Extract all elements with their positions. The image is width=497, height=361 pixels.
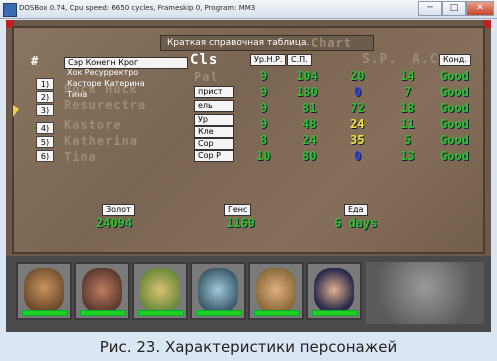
ac-2: 7 [404, 85, 412, 99]
class-ru-5: Кле [194, 126, 234, 138]
portrait-2[interactable] [74, 262, 130, 320]
level-2: 9 [260, 85, 268, 99]
name-en-3: Resurectra [64, 98, 147, 112]
sp-header: S.P. [362, 52, 398, 67]
name-ru-2[interactable]: Хок Ресурректро [64, 68, 141, 78]
class-ru-3: ель [194, 100, 234, 112]
maximize-button[interactable]: □ [442, 1, 466, 16]
gems-value: 1169 [226, 216, 255, 230]
hp-gem [80, 310, 126, 316]
close-button[interactable]: ✕ [466, 1, 494, 16]
name-en-6: Tina [64, 150, 97, 164]
hp-4: 48 [302, 117, 317, 131]
hp-gem [138, 310, 184, 316]
ac-1: 14 [400, 69, 415, 83]
class-header-en: Cls [190, 52, 219, 68]
gargoyle-ornament [366, 262, 484, 324]
party-num-5[interactable]: 5) [36, 136, 54, 148]
gold-value: 24094 [96, 216, 133, 230]
portrait-1[interactable] [16, 262, 72, 320]
party-num-3[interactable]: 3) [36, 104, 54, 116]
gold-label: Золот [102, 204, 135, 216]
window-titlebar: DOSBox 0.74, Cpu speed: 6650 cycles, Fra… [0, 0, 497, 19]
portrait-4[interactable] [190, 262, 246, 320]
portrait-3[interactable] [132, 262, 188, 320]
cond-5: Good [440, 133, 469, 147]
game-screen[interactable]: Краткая справочная таблица. Chart # Cls … [6, 20, 491, 332]
level-1: 9 [260, 69, 268, 83]
party-portraits-bar [6, 256, 491, 332]
sp-5: 35 [350, 133, 365, 147]
hp-2: 180 [296, 85, 318, 99]
cond-4: Good [440, 117, 469, 131]
sp-4: 24 [350, 117, 365, 131]
level-6: 10 [256, 149, 271, 163]
chart-title-ru: Краткая справочная таблица. [167, 38, 310, 48]
sp-6: 0 [354, 149, 362, 163]
gems-label: Генс [224, 204, 252, 216]
name-en-5: Katherina [64, 134, 139, 148]
party-num-4[interactable]: 4) [36, 122, 54, 134]
hp-gem [254, 310, 300, 316]
sp-3: 72 [350, 101, 365, 115]
party-num-6[interactable]: 6) [36, 150, 54, 162]
party-num-1[interactable]: 1) [36, 78, 54, 90]
class-ru-extra: Сор Р [194, 150, 234, 162]
level-header: Ур.Н.Р. [250, 54, 287, 66]
chart-title-en: Chart [311, 36, 353, 50]
chart-title-box: Краткая справочная таблица. Chart [160, 35, 374, 51]
chart-panel: Краткая справочная таблица. Chart # Cls … [12, 26, 485, 254]
minimize-button[interactable]: ─ [418, 1, 442, 16]
name-ru-4[interactable]: Тина [64, 90, 90, 100]
ac-5: 5 [404, 133, 412, 147]
ac-4: 11 [400, 117, 415, 131]
ac-3: 18 [400, 101, 415, 115]
name-ru-3[interactable]: Касторе Катерина [64, 79, 148, 89]
party-num-2[interactable]: 2) [36, 91, 54, 103]
hp-header: С.П. [287, 54, 312, 66]
cond-3: Good [440, 101, 469, 115]
level-5: 8 [260, 133, 268, 147]
level-3: 9 [260, 101, 268, 115]
food-label: Еда [344, 204, 368, 216]
hp-5: 24 [302, 133, 317, 147]
hp-gem [196, 310, 242, 316]
condition-header: Конд. [439, 54, 471, 66]
window-title: DOSBox 0.74, Cpu speed: 6650 cycles, Fra… [19, 4, 256, 12]
mouse-cursor-icon [13, 105, 19, 117]
hp-1: 104 [296, 69, 318, 83]
level-4: 9 [260, 117, 268, 131]
name-en-4: Kastore [64, 118, 122, 132]
hp-gem [312, 310, 358, 316]
ac-6: 13 [400, 149, 415, 163]
class-ru-6: Сор [194, 138, 234, 150]
class-ru-2: прист [194, 86, 234, 98]
food-value: 6 days [334, 216, 378, 230]
cond-1: Good [440, 69, 469, 83]
sp-2: 0 [354, 85, 362, 99]
hp-3: 81 [302, 101, 317, 115]
portrait-6[interactable] [306, 262, 362, 320]
hp-gem [22, 310, 68, 316]
cond-2: Good [440, 85, 469, 99]
class-ru-4: Ур [194, 114, 234, 126]
hp-6: 80 [302, 149, 317, 163]
portrait-5[interactable] [248, 262, 304, 320]
figure-caption: Рис. 23. Характеристики персонажей [99, 338, 398, 356]
hash-header: # [31, 54, 40, 68]
sp-1: 20 [350, 69, 365, 83]
class-en-1: Pal [194, 70, 219, 84]
cond-6: Good [440, 149, 469, 163]
dosbox-app-icon [3, 3, 17, 17]
